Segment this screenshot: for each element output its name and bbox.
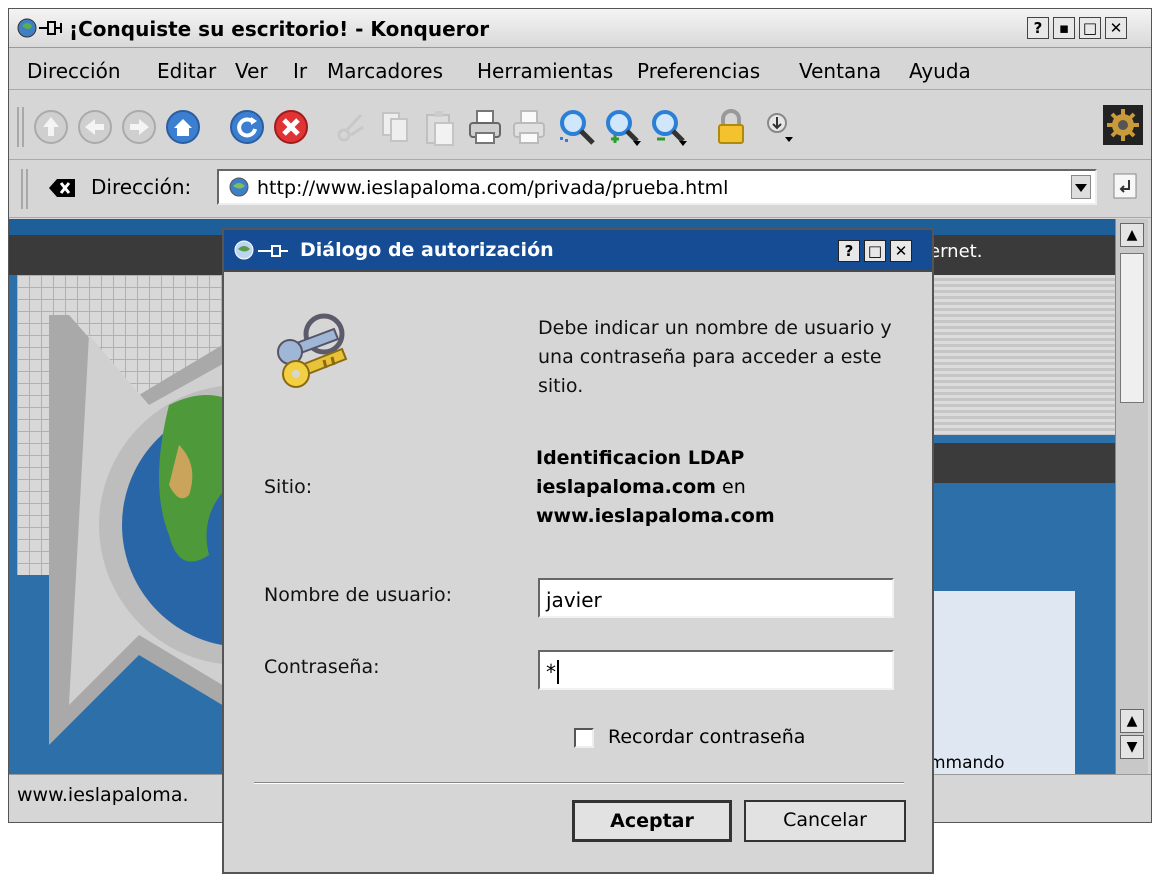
scroll-up-button[interactable]: ▲ bbox=[1120, 223, 1144, 247]
close-button[interactable]: ✕ bbox=[1105, 17, 1127, 39]
help-button[interactable]: ? bbox=[1027, 17, 1049, 39]
stop-icon[interactable] bbox=[271, 107, 311, 147]
url-history-dropdown[interactable] bbox=[1071, 175, 1091, 199]
menu-herramientas[interactable]: Herramientas bbox=[477, 59, 613, 83]
menu-ir[interactable]: Ir bbox=[293, 59, 307, 83]
username-label: Nombre de usuario: bbox=[264, 584, 453, 606]
maximize-button[interactable]: □ bbox=[1079, 17, 1101, 39]
menu-editar[interactable]: Editar bbox=[157, 59, 216, 83]
url-text: http://www.ieslapaloma.com/privada/prueb… bbox=[257, 177, 729, 199]
site-realm: Identificacion LDAP bbox=[536, 447, 745, 469]
accept-button[interactable]: Aceptar bbox=[572, 800, 732, 842]
menu-ayuda[interactable]: Ayuda bbox=[909, 59, 971, 83]
password-label: Contraseña: bbox=[264, 656, 380, 678]
menu-direccion[interactable]: Dirección bbox=[27, 59, 121, 83]
status-text: www.ieslapaloma. bbox=[17, 784, 189, 806]
site-info: Identificacion LDAP ieslapaloma.com en w… bbox=[536, 444, 896, 531]
location-bar: Dirección: http://www.ieslapaloma.com/pr… bbox=[9, 159, 1151, 218]
password-field[interactable]: * bbox=[538, 650, 894, 690]
chevron-down-icon bbox=[1075, 184, 1087, 192]
print-icon[interactable] bbox=[465, 107, 505, 147]
url-input[interactable]: http://www.ieslapaloma.com/privada/prueb… bbox=[217, 169, 1097, 205]
menu-ventana[interactable]: Ventana bbox=[799, 59, 881, 83]
auth-dialog: Diálogo de autorización ? □ ✕ Debe indic… bbox=[222, 228, 934, 874]
scrollbar-thumb[interactable] bbox=[1120, 253, 1144, 403]
site-label: Sitio: bbox=[264, 476, 313, 498]
dialog-maximize-button[interactable]: □ bbox=[864, 240, 886, 262]
clear-location-icon[interactable] bbox=[49, 177, 77, 199]
konqueror-icon bbox=[234, 240, 254, 260]
home-icon[interactable] bbox=[163, 107, 203, 147]
menu-ver[interactable]: Ver bbox=[235, 59, 268, 83]
page-stripe-panel bbox=[929, 275, 1115, 435]
password-mask: * bbox=[546, 660, 556, 684]
go-button[interactable] bbox=[1111, 171, 1139, 201]
page-bottom-text: mmando bbox=[929, 753, 1005, 773]
kde-gear-globe-logo bbox=[49, 315, 249, 745]
cut-icon[interactable] bbox=[331, 107, 371, 147]
window-titlebar[interactable]: ¡Conquiste su escritorio! - Konqueror ? … bbox=[9, 9, 1151, 48]
page-dark-bar bbox=[929, 443, 1115, 483]
dialog-help-button[interactable]: ? bbox=[838, 240, 860, 262]
reload-icon[interactable] bbox=[227, 107, 267, 147]
zoom-icon[interactable] bbox=[649, 107, 689, 147]
paste-icon[interactable] bbox=[419, 107, 459, 147]
remember-password-checkbox[interactable] bbox=[574, 728, 594, 748]
keys-icon bbox=[277, 313, 348, 388]
scroll-up-button-lower[interactable]: ▲ bbox=[1120, 709, 1144, 733]
page-favicon-icon bbox=[229, 177, 249, 197]
main-toolbar bbox=[9, 91, 1151, 160]
menubar: Dirección Editar Ver Ir Marcadores Herra… bbox=[9, 49, 1151, 90]
back-icon[interactable] bbox=[75, 107, 115, 147]
copy-icon[interactable] bbox=[375, 107, 415, 147]
up-icon[interactable] bbox=[31, 107, 71, 147]
dialog-title: Diálogo de autorización bbox=[300, 239, 554, 261]
activity-gear-icon bbox=[1103, 105, 1143, 145]
toolbar-grip[interactable] bbox=[17, 107, 24, 147]
menu-preferencias[interactable]: Preferencias bbox=[637, 59, 760, 83]
pin-icon[interactable] bbox=[258, 244, 294, 258]
cancel-button[interactable]: Cancelar bbox=[744, 800, 906, 842]
vertical-scrollbar[interactable]: ▲ ▲ ▼ bbox=[1115, 219, 1148, 774]
security-lock-icon[interactable] bbox=[711, 107, 751, 147]
konqueror-icon bbox=[17, 18, 37, 38]
pin-icon[interactable] bbox=[39, 20, 65, 36]
site-server: www.ieslapaloma.com bbox=[536, 505, 775, 527]
zoom-out-icon[interactable] bbox=[603, 107, 643, 147]
location-label: Dirección: bbox=[91, 175, 192, 199]
site-host: ieslapaloma.com bbox=[536, 476, 716, 498]
print-frame-icon[interactable] bbox=[509, 107, 549, 147]
menu-marcadores[interactable]: Marcadores bbox=[327, 59, 443, 83]
dialog-titlebar[interactable]: Diálogo de autorización ? □ ✕ bbox=[224, 230, 932, 272]
download-icon[interactable] bbox=[759, 107, 799, 147]
site-connector: en bbox=[722, 476, 746, 498]
location-grip[interactable] bbox=[21, 169, 28, 209]
zoom-in-icon[interactable] bbox=[557, 107, 597, 147]
dialog-close-button[interactable]: ✕ bbox=[890, 240, 912, 262]
minimize-button[interactable]: ▪ bbox=[1053, 17, 1075, 39]
username-field[interactable]: javier bbox=[538, 578, 894, 618]
remember-password-label[interactable]: Recordar contraseña bbox=[608, 726, 805, 748]
dialog-message: Debe indicar un nombre de usuario y una … bbox=[538, 317, 892, 397]
page-header-text: ernet. bbox=[929, 241, 983, 262]
scroll-down-button[interactable]: ▼ bbox=[1120, 735, 1144, 759]
page-light-panel bbox=[929, 591, 1075, 774]
window-title: ¡Conquiste su escritorio! - Konqueror bbox=[69, 17, 490, 41]
dialog-separator bbox=[254, 782, 904, 784]
forward-icon[interactable] bbox=[119, 107, 159, 147]
